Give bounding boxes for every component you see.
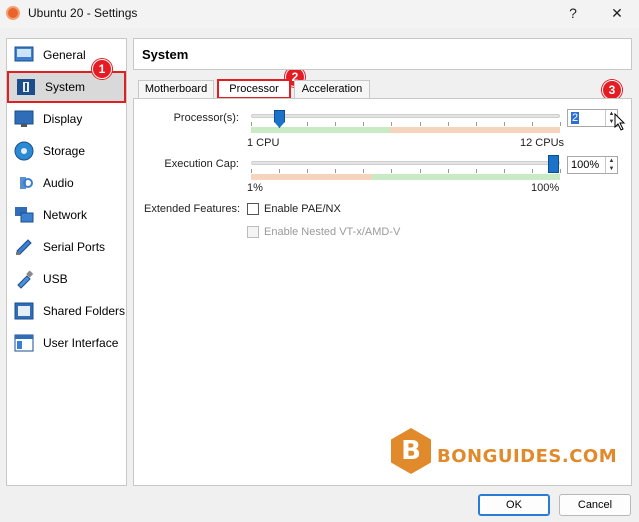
tab-processor[interactable]: Processor (217, 79, 291, 99)
slider-tick (363, 122, 365, 126)
display-icon (13, 109, 35, 129)
slider-tick (447, 169, 449, 173)
slider-tick (335, 169, 337, 173)
slider-tick (503, 169, 505, 173)
sidebar-item-label: Storage (43, 144, 86, 158)
execution-cap-zone-low (251, 174, 372, 180)
sidebar-item-label: Audio (43, 176, 74, 190)
slider-tick (307, 122, 309, 126)
close-button[interactable]: ✕ (600, 2, 634, 24)
general-icon (13, 45, 35, 65)
execution-cap-slider-thumb[interactable] (548, 155, 559, 173)
execution-cap-min-label: 1% (247, 182, 263, 194)
audio-icon (13, 173, 35, 193)
processor-zone-overcommit (390, 127, 560, 133)
processor-min-label: 1 CPU (247, 137, 280, 149)
extended-features-label: Extended Features: (144, 203, 241, 215)
storage-icon (13, 141, 35, 161)
logo-letter: B (401, 436, 421, 466)
watermark-text: BONGUIDES.COM (437, 446, 618, 467)
slider-tick (560, 122, 561, 126)
slider-tick (307, 169, 309, 173)
slider-tick (335, 122, 337, 126)
processor-label: Processor(s): (173, 112, 239, 124)
user-interface-icon (13, 333, 35, 353)
slider-tick (503, 122, 505, 126)
help-button[interactable]: ? (556, 2, 590, 24)
window-title: Ubuntu 20 - Settings (28, 6, 138, 20)
slider-tick (363, 169, 365, 173)
annotation-marker-3: 3 (602, 80, 622, 100)
execution-cap-spinbox[interactable]: 100% ▲ ▼ (567, 156, 618, 174)
enable-nested-vtx-checkbox (247, 226, 259, 238)
slider-tick (531, 169, 533, 173)
sidebar-item-shared-folders[interactable]: Shared Folders (7, 295, 126, 327)
usb-icon (13, 269, 35, 289)
slider-tick (531, 122, 533, 126)
mouse-cursor-icon (614, 112, 626, 136)
processor-value: 2 (571, 112, 580, 124)
sidebar-item-label: USB (43, 272, 68, 286)
slider-tick (475, 169, 477, 173)
slider-tick (419, 169, 421, 173)
sidebar-item-label: Network (43, 208, 88, 222)
ok-button[interactable]: OK (478, 494, 550, 516)
execution-cap-slider-track[interactable] (251, 161, 560, 165)
slider-tick (279, 169, 281, 173)
sidebar-item-label: Display (43, 112, 83, 126)
page-title: System (142, 47, 189, 62)
settings-sidebar: General System Display Storage Audio Net… (6, 38, 127, 486)
title-bar: Ubuntu 20 - Settings ? ✕ (0, 0, 639, 28)
sidebar-item-network[interactable]: Network (7, 199, 126, 231)
sidebar-item-audio[interactable]: Audio (7, 167, 126, 199)
network-icon (13, 205, 35, 225)
execution-cap-max-label: 100% (531, 182, 560, 194)
processor-max-label: 12 CPUs (520, 137, 565, 149)
slider-tick (391, 169, 393, 173)
sidebar-item-label: General (43, 48, 86, 62)
sidebar-item-storage[interactable]: Storage (7, 135, 126, 167)
execution-cap-zone-ok (372, 174, 560, 180)
execution-cap-value: 100% (571, 159, 600, 171)
cancel-button[interactable]: Cancel (559, 494, 631, 516)
enable-pae-nx-label[interactable]: Enable PAE/NX (264, 203, 341, 215)
system-icon (15, 77, 37, 97)
tab-motherboard[interactable]: Motherboard (138, 80, 214, 98)
slider-tick (560, 169, 561, 173)
sidebar-item-user-interface[interactable]: User Interface (7, 327, 126, 359)
execution-cap-label: Execution Cap: (164, 158, 239, 170)
slider-tick (391, 122, 393, 126)
tab-acceleration[interactable]: Acceleration (294, 80, 370, 98)
spin-arrows-icon[interactable]: ▲ ▼ (605, 157, 617, 173)
processor-zone-optimal (251, 127, 390, 133)
slider-tick (475, 122, 477, 126)
processor-slider-track[interactable] (251, 114, 560, 118)
processor-spinbox[interactable]: 2 ▲ ▼ (567, 109, 618, 127)
slider-tick (251, 122, 252, 126)
sidebar-item-label: User Interface (43, 336, 119, 350)
slider-tick (419, 122, 421, 126)
annotation-marker-1: 1 (92, 59, 112, 79)
sidebar-item-label: System (45, 80, 86, 94)
enable-nested-vtx-label: Enable Nested VT-x/AMD-V (264, 226, 401, 238)
serial-ports-icon (13, 237, 35, 257)
slider-tick (251, 169, 252, 173)
shared-folders-icon (13, 301, 35, 321)
sidebar-item-serial-ports[interactable]: Serial Ports (7, 231, 126, 263)
sidebar-item-usb[interactable]: USB (7, 263, 126, 295)
enable-pae-nx-checkbox[interactable] (247, 203, 259, 215)
slider-tick (447, 122, 449, 126)
sidebar-item-label: Serial Ports (43, 240, 106, 254)
section-header: System (133, 38, 632, 70)
app-icon (6, 6, 20, 20)
sidebar-item-label: Shared Folders (43, 304, 126, 318)
sidebar-item-display[interactable]: Display (7, 103, 126, 135)
